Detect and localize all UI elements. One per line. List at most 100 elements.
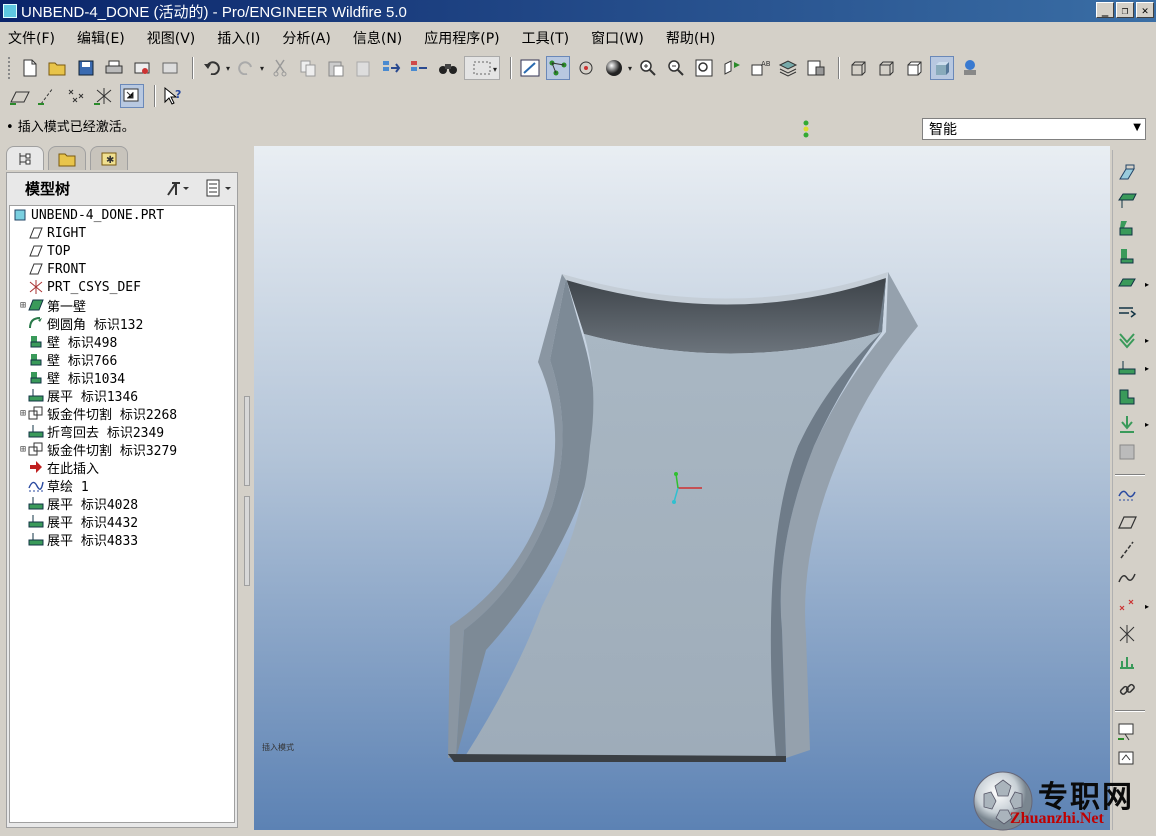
tab-model-tree[interactable] — [6, 146, 44, 170]
tab-favorites[interactable]: ✱ — [90, 146, 128, 170]
send-mail-icon[interactable] — [130, 56, 154, 80]
menu-edit[interactable]: 编辑(E) — [77, 28, 125, 48]
view-manager-icon[interactable] — [804, 56, 828, 80]
open-folder-icon[interactable] — [46, 56, 70, 80]
tab-folder-browser[interactable] — [48, 146, 86, 170]
reorient-icon[interactable] — [720, 56, 744, 80]
flat-wall-icon[interactable] — [1115, 188, 1139, 212]
tree-item[interactable]: 展平 标识4028 — [10, 494, 234, 513]
saved-views-icon[interactable]: AB — [748, 56, 772, 80]
unattached-wall-icon[interactable] — [1115, 244, 1139, 268]
datum-axis-tool-icon[interactable] — [1115, 538, 1139, 562]
tree-settings-button[interactable] — [165, 178, 195, 198]
bend-icon[interactable]: ▸ — [1115, 328, 1149, 352]
search-binoculars-icon[interactable] — [436, 56, 460, 80]
save-icon[interactable] — [74, 56, 98, 80]
menu-applications[interactable]: 应用程序(P) — [424, 28, 499, 48]
flange-wall-icon[interactable] — [1115, 216, 1139, 240]
copy-icon[interactable] — [296, 56, 320, 80]
repaint-icon[interactable] — [518, 56, 542, 80]
redo-icon[interactable]: ▾ — [234, 56, 264, 80]
tree-item[interactable]: 展平 标识1346 — [10, 386, 234, 405]
shading-icon[interactable] — [930, 56, 954, 80]
annotation-feature-icon[interactable] — [1115, 720, 1139, 744]
datum-curve-tool-icon[interactable] — [1115, 566, 1139, 590]
menu-view[interactable]: 视图(V) — [147, 28, 196, 48]
print-icon[interactable] — [102, 56, 126, 80]
spin-center-icon[interactable] — [546, 56, 570, 80]
menu-help[interactable]: 帮助(H) — [666, 28, 715, 48]
menu-info[interactable]: 信息(N) — [353, 28, 402, 48]
tree-root[interactable]: UNBEND-4_DONE.PRT — [10, 206, 234, 224]
selection-filter-select[interactable]: 智能 ▼ — [922, 118, 1146, 140]
menu-insert[interactable]: 插入(I) — [217, 28, 260, 48]
restore-button[interactable]: ❐ — [1116, 2, 1134, 18]
undo-icon[interactable]: ▾ — [200, 56, 230, 80]
annotation-display-icon[interactable] — [120, 84, 144, 108]
layers-icon[interactable] — [776, 56, 800, 80]
panel-splitter[interactable] — [242, 146, 252, 830]
form-icon[interactable] — [1115, 440, 1139, 464]
datum-plane-tool-icon[interactable] — [1115, 510, 1139, 534]
close-button[interactable]: ✕ — [1136, 2, 1154, 18]
select-box-icon[interactable]: ▾ — [464, 56, 500, 80]
tree-item[interactable]: 折弯回去 标识2349 — [10, 422, 234, 441]
csys-display-icon[interactable] — [92, 84, 116, 108]
minimize-button[interactable]: _ — [1096, 2, 1114, 18]
zoom-in-icon[interactable] — [636, 56, 660, 80]
tree-item[interactable]: 壁 标识498 — [10, 332, 234, 351]
chain-link-icon[interactable] — [1115, 678, 1139, 702]
tree-item[interactable]: 展平 标识4833 — [10, 530, 234, 549]
orient-mode-icon[interactable] — [574, 56, 598, 80]
tree-item[interactable]: 壁 标识766 — [10, 350, 234, 369]
bend-back-tool-icon[interactable] — [1115, 384, 1139, 408]
tree-item[interactable]: FRONT — [10, 260, 234, 278]
analysis-feature-icon[interactable] — [1115, 650, 1139, 674]
flatten-icon[interactable]: ▸ — [1115, 412, 1149, 436]
regenerate-icon[interactable] — [380, 56, 404, 80]
new-file-icon[interactable] — [18, 56, 42, 80]
menu-tools[interactable]: 工具(T) — [522, 28, 569, 48]
menu-window[interactable]: 窗口(W) — [591, 28, 644, 48]
tree-item[interactable]: ⊞ 第一壁 — [10, 296, 234, 315]
tree-item[interactable]: TOP — [10, 242, 234, 260]
tree-item[interactable]: 草绘 1 — [10, 476, 234, 495]
menu-analysis[interactable]: 分析(A) — [282, 28, 331, 48]
csys-tool-icon[interactable] — [1115, 622, 1139, 646]
paste-special-icon[interactable] — [352, 56, 376, 80]
expand-icon[interactable]: ⊞ — [18, 408, 28, 419]
splitter-handle-bottom[interactable] — [244, 496, 250, 586]
unbend-tool-icon[interactable]: ▸ — [1115, 356, 1149, 380]
tree-item[interactable]: 倒圆角 标识132 — [10, 314, 234, 333]
paste-icon[interactable] — [324, 56, 348, 80]
graphics-viewport[interactable]: 插入模式 — [254, 146, 1110, 830]
annotation-element-icon[interactable] — [1115, 748, 1139, 772]
hidden-line-icon[interactable] — [874, 56, 898, 80]
tree-item[interactable]: 壁 标识1034 — [10, 368, 234, 387]
sketch-tool-icon[interactable] — [1115, 482, 1139, 506]
wireframe-icon[interactable] — [846, 56, 870, 80]
tree-item[interactable]: RIGHT — [10, 224, 234, 242]
tree-item[interactable]: ⊞ 钣金件切割 标识2268 — [10, 404, 234, 423]
tree-item[interactable]: ⊞ 钣金件切割 标识3279 — [10, 440, 234, 459]
tree-item[interactable]: 在此插入 — [10, 458, 234, 477]
context-help-icon[interactable]: ? — [162, 84, 186, 108]
zoom-out-icon[interactable] — [664, 56, 688, 80]
refit-icon[interactable] — [692, 56, 716, 80]
splitter-handle-top[interactable] — [244, 396, 250, 486]
appearance-sphere-icon[interactable]: ▾ — [602, 56, 632, 80]
no-hidden-icon[interactable] — [902, 56, 926, 80]
flat-protrusion-icon[interactable]: ▸ — [1115, 272, 1149, 296]
point-display-icon[interactable] — [64, 84, 88, 108]
axis-display-icon[interactable] — [36, 84, 60, 108]
tree-item[interactable]: 展平 标识4432 — [10, 512, 234, 531]
enhanced-realism-icon[interactable] — [958, 56, 982, 80]
rip-icon[interactable] — [1115, 300, 1139, 324]
regen-manager-icon[interactable] — [408, 56, 432, 80]
datum-point-tool-icon[interactable]: ▸ — [1115, 594, 1149, 618]
plane-display-icon[interactable] — [8, 84, 32, 108]
expand-icon[interactable]: ⊞ — [18, 300, 28, 311]
expand-icon[interactable]: ⊞ — [18, 444, 28, 455]
tree-item[interactable]: PRT_CSYS_DEF — [10, 278, 234, 296]
status-light-icon[interactable] — [800, 118, 812, 140]
